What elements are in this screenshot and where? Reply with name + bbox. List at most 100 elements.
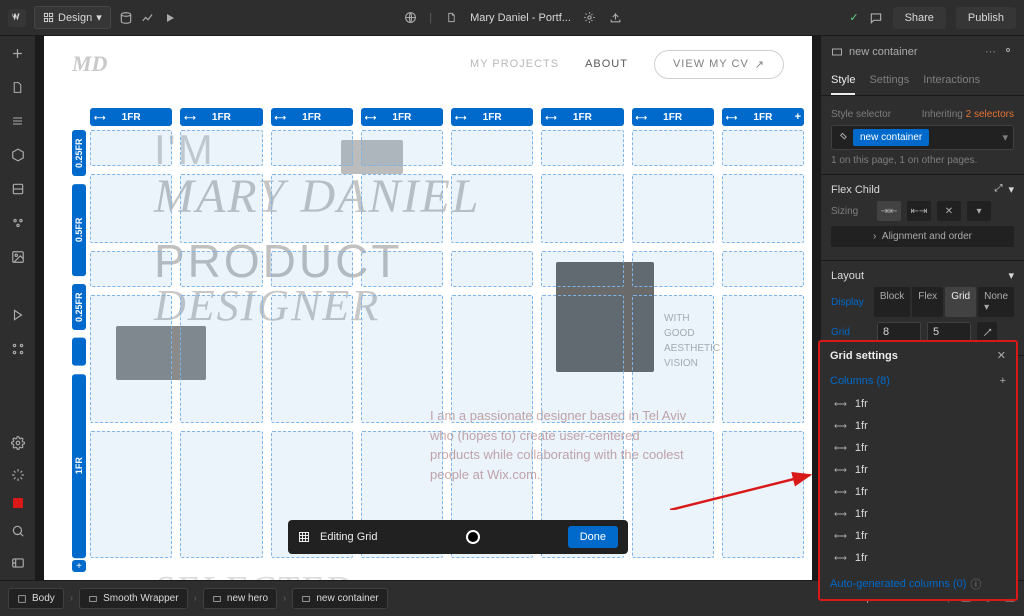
cms-panel-icon[interactable]	[9, 306, 27, 324]
instance-info: 1 on this page, 1 on other pages.	[831, 155, 1014, 166]
sizing-grow[interactable]: ⇤⇥	[907, 201, 931, 221]
expand-icon[interactable]: ⤢	[994, 183, 1002, 196]
breadcrumb-wrapper[interactable]: Smooth Wrapper	[79, 588, 187, 609]
col-label[interactable]: 1FR	[90, 108, 172, 126]
breadcrumb-container[interactable]: new container	[292, 588, 387, 609]
row-label[interactable]: 0.25FR	[72, 130, 86, 176]
add-column-icon[interactable]: +	[1000, 375, 1006, 387]
style-selector-section: Style selector Inheriting 2 selectors ne…	[821, 96, 1024, 175]
add-row-button[interactable]: +	[72, 560, 86, 572]
selector-tag[interactable]: new container	[853, 129, 929, 146]
column-item[interactable]: 1fr	[820, 437, 1016, 459]
record-icon[interactable]	[13, 498, 23, 508]
variables-icon[interactable]	[9, 180, 27, 198]
styles-icon[interactable]	[9, 214, 27, 232]
topbar-right: ✓ Share Publish	[849, 7, 1016, 29]
column-item[interactable]: 1fr	[820, 503, 1016, 525]
col-label[interactable]: 1FR	[451, 108, 533, 126]
display-block[interactable]: Block	[874, 287, 910, 317]
components-icon[interactable]	[9, 146, 27, 164]
col-label[interactable]: 1FR	[180, 108, 262, 126]
share-button[interactable]: Share	[893, 7, 946, 29]
col-label-add[interactable]: 1FR	[722, 108, 804, 126]
breadcrumb-hero[interactable]: new hero	[203, 588, 277, 609]
site-header: MD MY PROJECTS ABOUT VIEW MY CV ↗	[44, 36, 812, 92]
display-grid[interactable]: Grid	[945, 287, 976, 317]
ecommerce-icon[interactable]	[9, 340, 27, 358]
sizing-label: Sizing	[831, 206, 871, 217]
audit-icon[interactable]	[9, 466, 27, 484]
close-icon[interactable]: ✕	[997, 349, 1006, 362]
col-label[interactable]: 1FR	[361, 108, 443, 126]
element-name: new container	[849, 46, 918, 58]
column-item[interactable]: 1fr	[820, 459, 1016, 481]
settings-icon[interactable]	[1002, 44, 1014, 59]
chevron-down-icon[interactable]: ▾	[1002, 131, 1008, 144]
brush-icon	[837, 132, 848, 143]
cms-icon[interactable]	[119, 11, 133, 25]
column-item[interactable]: 1fr	[820, 547, 1016, 569]
help-icon[interactable]	[9, 554, 27, 572]
gear-icon[interactable]	[583, 11, 597, 25]
done-button[interactable]: Done	[568, 526, 618, 548]
apps-icon[interactable]	[9, 434, 27, 452]
nav-about[interactable]: ABOUT	[585, 58, 628, 70]
columns-label: Columns (8)	[830, 375, 890, 387]
grid-cols-input[interactable]	[877, 322, 921, 342]
topbar-left: Design ▾	[8, 6, 177, 29]
grid-editor-overlay[interactable]: 1FR 1FR 1FR 1FR 1FR 1FR 1FR 1FR 0.25FR 0…	[72, 108, 804, 572]
row-label[interactable]	[72, 338, 86, 366]
search-icon[interactable]	[9, 522, 27, 540]
sizing-more[interactable]: ▾	[967, 201, 991, 221]
column-item[interactable]: 1fr	[820, 415, 1016, 437]
alignment-button[interactable]: › Alignment and order	[831, 226, 1014, 247]
view-cv-button[interactable]: VIEW MY CV ↗	[654, 50, 784, 79]
info-icon[interactable]: ⓘ	[970, 576, 981, 592]
site-logo: MD	[72, 51, 107, 77]
analytics-icon[interactable]	[141, 11, 155, 25]
sizing-none[interactable]: ✕	[937, 201, 961, 221]
col-label[interactable]: 1FR	[541, 108, 623, 126]
more-icon[interactable]: ⋯	[985, 45, 996, 58]
breadcrumb-body[interactable]: Body	[8, 588, 64, 609]
pages-icon[interactable]	[9, 78, 27, 96]
nav-projects[interactable]: MY PROJECTS	[470, 58, 559, 70]
chevron-down-icon[interactable]: ▾	[1008, 269, 1014, 282]
grid-rows-input[interactable]	[927, 322, 971, 342]
comments-icon[interactable]	[869, 11, 883, 25]
display-none[interactable]: None ▾	[978, 287, 1014, 317]
element-header: new container ⋯	[821, 36, 1024, 67]
display-flex[interactable]: Flex	[912, 287, 943, 317]
mode-design-button[interactable]: Design ▾	[34, 6, 111, 29]
globe-icon[interactable]	[403, 11, 417, 25]
saved-check-icon: ✓	[849, 11, 858, 24]
sizing-shrink[interactable]: ⇥⇤	[877, 201, 901, 221]
add-element-icon[interactable]	[9, 44, 27, 62]
chevron-down-icon[interactable]: ▾	[1008, 183, 1014, 196]
row-label[interactable]: 0.5FR	[72, 184, 86, 276]
tab-settings[interactable]: Settings	[869, 67, 909, 95]
tab-style[interactable]: Style	[831, 67, 855, 95]
publish-button[interactable]: Publish	[956, 7, 1016, 29]
tab-interactions[interactable]: Interactions	[923, 67, 980, 95]
preview-icon[interactable]	[163, 11, 177, 25]
navigator-icon[interactable]	[9, 112, 27, 130]
webflow-logo-icon[interactable]	[8, 9, 26, 27]
flex-child-title: Flex Child	[831, 184, 880, 196]
col-label[interactable]: 1FR	[632, 108, 714, 126]
canvas-inner: MD MY PROJECTS ABOUT VIEW MY CV ↗ I'M MA…	[44, 36, 812, 580]
grid-wand-icon[interactable]	[977, 322, 997, 342]
column-item[interactable]: 1fr	[820, 393, 1016, 415]
column-item[interactable]: 1fr	[820, 481, 1016, 503]
selector-input[interactable]: new container ▾	[831, 125, 1014, 150]
col-label[interactable]: 1FR	[271, 108, 353, 126]
row-label[interactable]: 0.25FR	[72, 284, 86, 330]
export-icon[interactable]	[609, 11, 623, 25]
canvas[interactable]: MD MY PROJECTS ABOUT VIEW MY CV ↗ I'M MA…	[36, 36, 820, 580]
page-name: Mary Daniel - Portf...	[470, 12, 571, 24]
column-item[interactable]: 1fr	[820, 525, 1016, 547]
column-labels: 1FR 1FR 1FR 1FR 1FR 1FR 1FR 1FR	[90, 108, 804, 126]
row-label[interactable]: 1FR	[72, 374, 86, 558]
assets-icon[interactable]	[9, 248, 27, 266]
left-toolbar	[0, 36, 36, 580]
